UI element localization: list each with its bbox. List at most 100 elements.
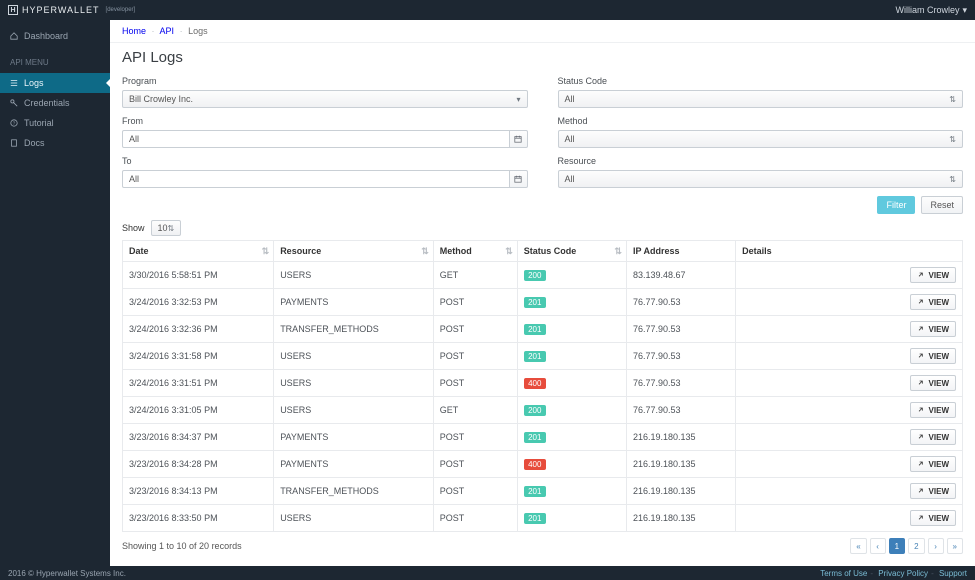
- cell-resource: TRANSFER_METHODS: [274, 478, 434, 505]
- sidebar-item-docs[interactable]: Docs: [0, 133, 110, 153]
- program-select[interactable]: Bill Crowley Inc. ▾: [122, 90, 528, 108]
- cell-resource: USERS: [274, 343, 434, 370]
- updown-icon: ⇅: [949, 175, 956, 184]
- sidebar-item-logs[interactable]: Logs: [0, 73, 110, 93]
- cell-resource: USERS: [274, 370, 434, 397]
- breadcrumb-api[interactable]: API: [160, 26, 175, 36]
- view-button[interactable]: VIEW: [910, 429, 956, 445]
- logs-table: Date⇅ Resource⇅ Method⇅ Status Code⇅ IP …: [122, 240, 963, 532]
- sidebar-item-tutorial[interactable]: ? Tutorial: [0, 113, 110, 133]
- col-status[interactable]: Status Code⇅: [517, 241, 626, 262]
- sort-icon: ⇅: [505, 248, 513, 254]
- page-1[interactable]: 1: [889, 538, 905, 554]
- updown-icon: ⇅: [949, 95, 956, 104]
- cell-details: VIEW: [736, 262, 963, 289]
- view-button[interactable]: VIEW: [910, 321, 956, 337]
- breadcrumb-home[interactable]: Home: [122, 26, 146, 36]
- view-button[interactable]: VIEW: [910, 402, 956, 418]
- share-icon: [917, 352, 925, 360]
- cell-resource: PAYMENTS: [274, 424, 434, 451]
- share-icon: [917, 433, 925, 441]
- view-button[interactable]: VIEW: [910, 456, 956, 472]
- user-menu[interactable]: William Crowley ▾: [895, 5, 967, 16]
- sidebar-item-dashboard[interactable]: Dashboard: [0, 26, 110, 46]
- resource-select[interactable]: All ⇅: [558, 170, 964, 188]
- view-button[interactable]: VIEW: [910, 483, 956, 499]
- share-icon: [917, 406, 925, 414]
- page-last[interactable]: »: [947, 538, 963, 554]
- cell-ip: 76.77.90.53: [626, 289, 735, 316]
- cell-details: VIEW: [736, 316, 963, 343]
- to-input[interactable]: [122, 170, 510, 188]
- brand[interactable]: H HYPERWALLET [developer]: [8, 5, 135, 15]
- show-label: Show: [122, 223, 145, 233]
- cell-status: 201: [517, 424, 626, 451]
- footer-link-terms[interactable]: Terms of Use: [820, 569, 867, 578]
- view-button[interactable]: VIEW: [910, 294, 956, 310]
- sidebar-item-credentials[interactable]: Credentials: [0, 93, 110, 113]
- footer-copyright: 2016 © Hyperwallet Systems Inc.: [8, 569, 126, 578]
- sidebar-section-header: API MENU: [0, 52, 110, 73]
- col-method[interactable]: Method⇅: [433, 241, 517, 262]
- topbar: H HYPERWALLET [developer] William Crowle…: [0, 0, 975, 20]
- filter-button[interactable]: Filter: [877, 196, 915, 214]
- page-first[interactable]: «: [850, 538, 866, 554]
- cell-date: 3/24/2016 3:31:51 PM: [123, 370, 274, 397]
- cell-date: 3/30/2016 5:58:51 PM: [123, 262, 274, 289]
- from-input[interactable]: [122, 130, 510, 148]
- to-datepicker-button[interactable]: [510, 170, 527, 188]
- col-date[interactable]: Date⇅: [123, 241, 274, 262]
- cell-method: POST: [433, 505, 517, 532]
- table-row: 3/24/2016 3:32:53 PMPAYMENTSPOST20176.77…: [123, 289, 963, 316]
- cell-ip: 76.77.90.53: [626, 343, 735, 370]
- view-label: VIEW: [929, 271, 949, 280]
- footer-link-privacy[interactable]: Privacy Policy: [878, 569, 928, 578]
- list-icon: [10, 79, 18, 87]
- table-row: 3/24/2016 3:31:58 PMUSERSPOST20176.77.90…: [123, 343, 963, 370]
- view-label: VIEW: [929, 460, 949, 469]
- to-label: To: [122, 156, 528, 166]
- show-select[interactable]: 10 ⇅: [151, 220, 181, 236]
- page-next[interactable]: ›: [928, 538, 944, 554]
- cell-details: VIEW: [736, 505, 963, 532]
- sidebar-item-label: Tutorial: [24, 118, 54, 128]
- cell-status: 400: [517, 451, 626, 478]
- table-row: 3/23/2016 8:33:50 PMUSERSPOST201216.19.1…: [123, 505, 963, 532]
- view-button[interactable]: VIEW: [910, 348, 956, 364]
- cell-method: GET: [433, 397, 517, 424]
- page-2[interactable]: 2: [908, 538, 924, 554]
- statuscode-select[interactable]: All ⇅: [558, 90, 964, 108]
- view-label: VIEW: [929, 352, 949, 361]
- cell-ip: 216.19.180.135: [626, 505, 735, 532]
- share-icon: [917, 514, 925, 522]
- page-title: API Logs: [122, 49, 963, 66]
- sidebar: Dashboard API MENU Logs Credentials ? Tu…: [0, 20, 110, 566]
- resource-value: All: [565, 174, 575, 184]
- col-resource[interactable]: Resource⇅: [274, 241, 434, 262]
- from-datepicker-button[interactable]: [510, 130, 527, 148]
- footer-link-support[interactable]: Support: [939, 569, 967, 578]
- table-row: 3/24/2016 3:31:51 PMUSERSPOST40076.77.90…: [123, 370, 963, 397]
- updown-icon: ⇅: [949, 135, 956, 144]
- status-badge: 400: [524, 378, 546, 389]
- show-row: Show 10 ⇅: [122, 220, 963, 236]
- reset-button[interactable]: Reset: [921, 196, 963, 214]
- page-prev[interactable]: ‹: [870, 538, 886, 554]
- view-button[interactable]: VIEW: [910, 267, 956, 283]
- view-label: VIEW: [929, 514, 949, 523]
- cell-method: POST: [433, 424, 517, 451]
- svg-text:?: ?: [13, 121, 16, 127]
- cell-details: VIEW: [736, 343, 963, 370]
- cell-ip: 76.77.90.53: [626, 316, 735, 343]
- view-button[interactable]: VIEW: [910, 510, 956, 526]
- method-select[interactable]: All ⇅: [558, 130, 964, 148]
- cell-details: VIEW: [736, 478, 963, 505]
- sidebar-item-label: Dashboard: [24, 31, 68, 41]
- table-row: 3/23/2016 8:34:37 PMPAYMENTSPOST201216.1…: [123, 424, 963, 451]
- cell-method: POST: [433, 289, 517, 316]
- breadcrumb-sep: ·: [152, 26, 155, 36]
- status-badge: 201: [524, 432, 546, 443]
- view-label: VIEW: [929, 298, 949, 307]
- view-button[interactable]: VIEW: [910, 375, 956, 391]
- program-value: Bill Crowley Inc.: [129, 94, 193, 104]
